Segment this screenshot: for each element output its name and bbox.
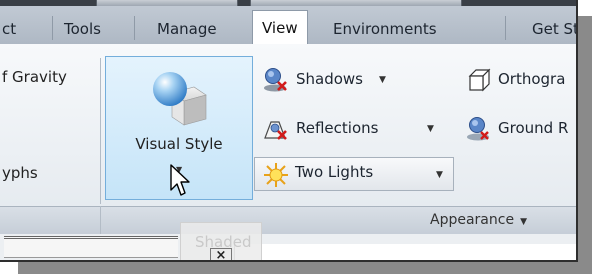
- title-slot: [96, 0, 238, 6]
- shadows-button[interactable]: Shadows ▼: [262, 64, 392, 94]
- glyphs-label[interactable]: yphs: [2, 164, 38, 182]
- lights-icon: [264, 163, 288, 187]
- orthographic-button[interactable]: Orthogra: [466, 64, 576, 94]
- mouse-pointer-icon: [170, 164, 192, 202]
- appearance-label: Appearance: [430, 212, 515, 228]
- visual-style-icon: [148, 67, 210, 133]
- ground-reflection-label: Ground R: [498, 119, 569, 137]
- shadows-dropdown-icon: ▼: [379, 75, 386, 85]
- appearance-expand-icon: ▼: [520, 217, 527, 227]
- orthographic-label: Orthogra: [498, 70, 566, 88]
- document-tab-strip: [4, 236, 178, 258]
- tab-tools[interactable]: Tools: [64, 14, 101, 44]
- visual-style-label: Visual Style: [135, 135, 223, 153]
- ground-reflection-button[interactable]: Ground R: [466, 113, 576, 143]
- title-slot: [250, 0, 462, 6]
- panel-divider: [100, 58, 101, 204]
- reflections-label: Reflections: [296, 119, 379, 137]
- appearance-panel-label[interactable]: Appearance ▼: [430, 212, 527, 228]
- lighting-dropdown[interactable]: Two Lights ▼: [254, 157, 454, 191]
- orthographic-cube-icon: [468, 68, 491, 92]
- tab-project[interactable]: ct: [2, 14, 16, 44]
- tab-separator: [505, 16, 506, 40]
- tab-view[interactable]: View: [252, 10, 308, 46]
- ribbon-screenshot: ct Tools Manage View Environments Get St…: [0, 0, 578, 262]
- tab-manage[interactable]: Manage: [157, 14, 217, 44]
- ribbon-tab-bar: ct Tools Manage View Environments Get St: [0, 0, 576, 46]
- reflections-button[interactable]: Reflections ▼: [262, 113, 444, 143]
- lighting-dropdown-icon: ▼: [436, 170, 443, 180]
- center-of-gravity-label[interactable]: f Gravity: [2, 68, 67, 86]
- ground-reflection-icon: [467, 117, 489, 141]
- tab-separator: [134, 16, 135, 40]
- lighting-label: Two Lights: [295, 163, 374, 181]
- reflections-icon: [264, 121, 287, 140]
- panel-divider: [100, 206, 101, 234]
- close-view-button[interactable]: ×: [210, 248, 232, 260]
- viewport-area: [234, 244, 576, 260]
- shadows-icon: [264, 68, 287, 92]
- tab-separator: [52, 16, 53, 40]
- panel-title-bar: Appearance ▼: [0, 206, 576, 235]
- tab-environments[interactable]: Environments: [333, 14, 437, 44]
- shadows-label: Shadows: [296, 70, 364, 88]
- tab-get-started[interactable]: Get St: [532, 14, 576, 44]
- title-bar-strip: [0, 0, 576, 6]
- reflections-dropdown-icon: ▼: [427, 124, 434, 134]
